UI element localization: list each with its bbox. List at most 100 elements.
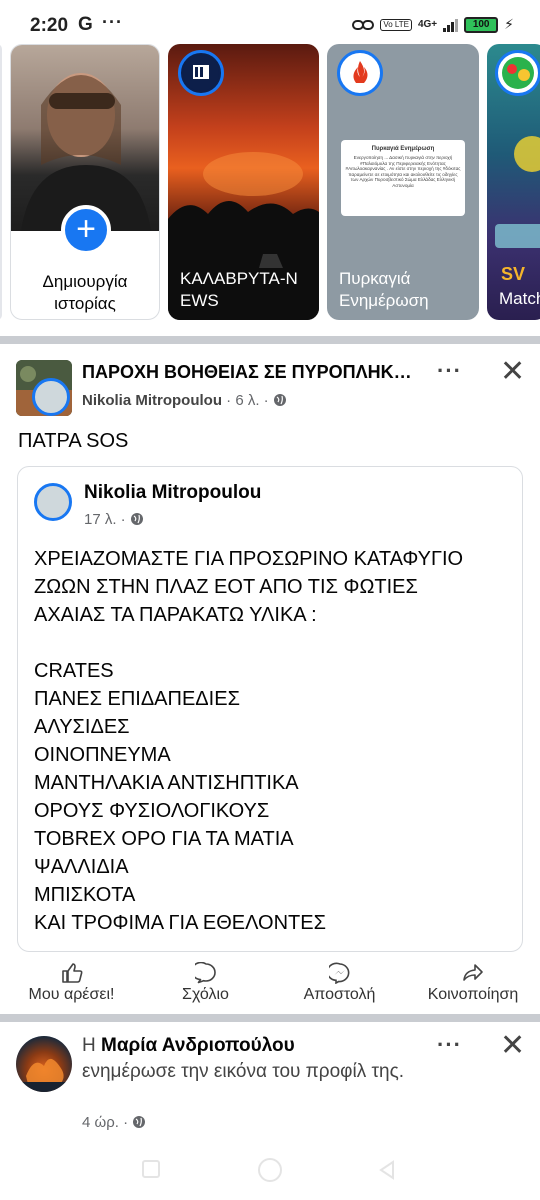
story-label-kalavryta-line2: EWS bbox=[180, 291, 219, 310]
status-right: Vo LTE 4G+ 100 ⚡ bbox=[352, 16, 514, 33]
notification-message: ενημέρωσε την εικόνα του προφίλ της. bbox=[82, 1061, 404, 1082]
notification-text[interactable]: Η Μαρία Ανδριοπούλου ενημέρωσε την εικόν… bbox=[82, 1033, 412, 1085]
shared-line: ΖΩΩΝ ΣΤΗΝ ΠΛΑΖ ΕΟΤ ΑΠΟ ΤΙΣ ΦΩΤΙΕΣ bbox=[34, 576, 418, 598]
comment-button[interactable]: Σχόλιο bbox=[138, 958, 273, 1004]
notification-prefix: Η bbox=[82, 1035, 96, 1056]
shared-line: ΟΡΟΥΣ ΦΥΣΙΟΛΟΓΙΚΟΥΣ bbox=[34, 800, 270, 822]
notification-meta: 4 ώρ. · bbox=[82, 1114, 146, 1131]
shared-line: CRATES bbox=[34, 660, 114, 682]
shared-post[interactable]: Nikolia Mitropoulou 17 λ. · ΧΡΕΙΑΖΟΜΑΣΤΕ… bbox=[17, 466, 523, 952]
shared-post-meta: 17 λ. · bbox=[84, 511, 144, 528]
plus-icon: + bbox=[76, 210, 96, 248]
like-button[interactable]: Μου αρέσει! bbox=[4, 958, 139, 1004]
shared-line: ΜΑΝΤΗΛΑΚΙΑ ΑΝΤΙΣΗΠΤΙΚΑ bbox=[34, 772, 299, 794]
signal-icon bbox=[443, 18, 459, 32]
group-avatar[interactable] bbox=[16, 360, 72, 416]
shared-line: ΧΡΕΙΑΖΟΜΑΣΤΕ ΓΙΑ ΠΡΟΣΩΡΙΝΟ ΚΑΤΑΦΥΓΙΟ bbox=[34, 548, 464, 570]
shared-line: ΚΑΙ ΤΡΟΦΙΜΑ ΓΙΑ ΕΘΕΛΟΝΤΕΣ bbox=[34, 912, 326, 934]
story-kalavryta-news[interactable]: ΚΑΛΑΒΡΥΤΑ-Ν EWS bbox=[168, 44, 319, 320]
comment-icon bbox=[138, 958, 273, 986]
story-fire-update[interactable]: Πυρκαγιά Ενημέρωση Ενεργοποίηση ... Δασι… bbox=[327, 44, 479, 320]
story-peek-left[interactable] bbox=[0, 44, 2, 320]
link-icon bbox=[352, 19, 375, 30]
fire-update-avatar bbox=[337, 50, 383, 96]
story-label-kalavryta-line1: ΚΑΛΑΒΡΥΤΑ-Ν bbox=[180, 269, 298, 288]
status-more-icon: ··· bbox=[102, 12, 123, 32]
svg-text:SV: SV bbox=[501, 264, 525, 284]
story-label-match-line1: Match bbox=[499, 289, 540, 308]
share-label: Κοινοποίηση bbox=[427, 986, 519, 1003]
story-label-fire-update-line1: Πυρκαγιά bbox=[339, 269, 411, 288]
globe-icon bbox=[273, 392, 287, 409]
story-match[interactable]: SV Match bbox=[487, 44, 540, 320]
thumbs-up-icon bbox=[4, 958, 139, 986]
network-label: 4G+ bbox=[417, 19, 438, 30]
post-text: ΠΑΤΡΑ SOS bbox=[18, 430, 129, 452]
shared-line: ΟΙΝΟΠΝΕΥΜΑ bbox=[34, 744, 171, 766]
divider-1 bbox=[0, 336, 540, 344]
like-label: Μου αρέσει! bbox=[28, 986, 115, 1003]
create-story-button[interactable]: + bbox=[61, 205, 111, 255]
post-actions: Μου αρέσει! Σχόλιο Αποστολή Κοινοποίηση bbox=[0, 958, 540, 1014]
fire-update-card-title: Πυρκαγιά Ενημέρωση bbox=[371, 146, 435, 152]
back-icon[interactable] bbox=[376, 1159, 398, 1181]
shared-author-avatar[interactable] bbox=[34, 483, 72, 521]
shared-line: ΜΠΙΣΚΟΤΑ bbox=[34, 884, 136, 906]
post-time: · 6 λ. · bbox=[226, 392, 269, 409]
notification-close-button[interactable]: ✕ bbox=[500, 1031, 525, 1061]
group-title[interactable]: ΠΑΡΟΧΗ ΒΟΗΘΕΙΑΣ ΣΕ ΠΥΡΟΠΛΗΚΤΑ ΖΩΑ bbox=[82, 362, 412, 383]
home-icon[interactable] bbox=[258, 1158, 282, 1182]
globe-icon bbox=[132, 1114, 146, 1131]
notification-time: 4 ώρ. · bbox=[82, 1114, 129, 1131]
fire-service-logo-icon bbox=[343, 56, 377, 90]
story-label-match: Match bbox=[499, 288, 540, 310]
story-label-kalavryta: ΚΑΛΑΒΡΥΤΑ-Ν EWS bbox=[180, 268, 311, 312]
kalavryta-logo-icon bbox=[183, 55, 219, 91]
post-meta: Nikolia Mitropoulou · 6 λ. · bbox=[82, 392, 287, 409]
send-label: Αποστολή bbox=[303, 986, 376, 1003]
profile-photo-illustration bbox=[21, 73, 151, 231]
story-label-fire-update: Πυρκαγιά Ενημέρωση bbox=[339, 268, 471, 312]
send-button[interactable]: Αποστολή bbox=[272, 958, 407, 1004]
notification-more-button[interactable]: ··· bbox=[437, 1032, 462, 1058]
create-story-label-line1: Δημιουργία bbox=[42, 272, 128, 291]
shared-line: ΑΛΥΣΙΔΕΣ bbox=[34, 716, 130, 738]
kalavryta-news-avatar bbox=[178, 50, 224, 96]
shared-line: ΑΧΑΙΑΣ ΤΑ ΠΑΡΑΚΑΤΩ ΥΛΙΚΑ : bbox=[34, 604, 317, 626]
post-author[interactable]: Nikolia Mitropoulou bbox=[82, 392, 222, 409]
share-icon bbox=[406, 958, 540, 986]
share-button[interactable]: Κοινοποίηση bbox=[406, 958, 540, 1004]
maria-avatar[interactable] bbox=[16, 1036, 72, 1092]
post-more-button[interactable]: ··· bbox=[437, 358, 462, 384]
fire-update-card-text: Ενεργοποίηση ... Δασική πυρκαγιά στην πε… bbox=[345, 155, 461, 188]
shared-line bbox=[34, 629, 463, 657]
story-create[interactable]: + Δημιουργία ιστορίας bbox=[10, 44, 160, 320]
create-story-photo bbox=[11, 45, 159, 231]
google-icon: G bbox=[78, 14, 93, 35]
match-game-art: SV bbox=[495, 136, 540, 284]
notification-name[interactable]: Μαρία Ανδριοπούλου bbox=[101, 1035, 295, 1056]
volte-icon: Vo LTE bbox=[380, 18, 412, 31]
messenger-icon bbox=[272, 958, 407, 986]
shared-line: TOBREX ΟΡΟ ΓΙΑ ΤΑ ΜΑΤΙΑ bbox=[34, 828, 294, 850]
create-story-label: Δημιουργία ιστορίας bbox=[11, 271, 159, 315]
status-bar: 2:20 G ··· Vo LTE 4G+ 100 ⚡ bbox=[0, 0, 540, 46]
comment-label: Σχόλιο bbox=[182, 986, 229, 1003]
stories-tray: + Δημιουργία ιστορίας ΚΑΛΑΒΡΥΤΑ-Ν EWS Πυ… bbox=[0, 44, 540, 324]
globe-icon bbox=[130, 511, 144, 528]
status-time: 2:20 bbox=[30, 15, 69, 36]
create-story-label-line2: ιστορίας bbox=[54, 294, 116, 313]
story-label-fire-update-line2: Ενημέρωση bbox=[339, 291, 429, 310]
shared-post-time: 17 λ. · bbox=[84, 511, 126, 528]
recents-icon[interactable] bbox=[142, 1160, 160, 1178]
author-small-avatar bbox=[32, 378, 70, 416]
fire-update-card: Πυρκαγιά Ενημέρωση Ενεργοποίηση ... Δασι… bbox=[341, 140, 465, 216]
post-close-button[interactable]: ✕ bbox=[500, 357, 525, 387]
charging-icon: ⚡ bbox=[504, 16, 514, 32]
shared-line: ΨΑΛΛΙΔΙΑ bbox=[34, 856, 129, 878]
divider-2 bbox=[0, 1014, 540, 1022]
shared-post-body: ΧΡΕΙΑΖΟΜΑΣΤΕ ΓΙΑ ΠΡΟΣΩΡΙΝΟ ΚΑΤΑΦΥΓΙΟ ΖΩΩ… bbox=[34, 545, 463, 937]
battery-icon: 100 bbox=[464, 16, 499, 33]
shared-line: ΠΑΝΕΣ ΕΠΙΔΑΠΕΔΙΕΣ bbox=[34, 688, 240, 710]
shared-author-name[interactable]: Nikolia Mitropoulou bbox=[84, 482, 261, 504]
